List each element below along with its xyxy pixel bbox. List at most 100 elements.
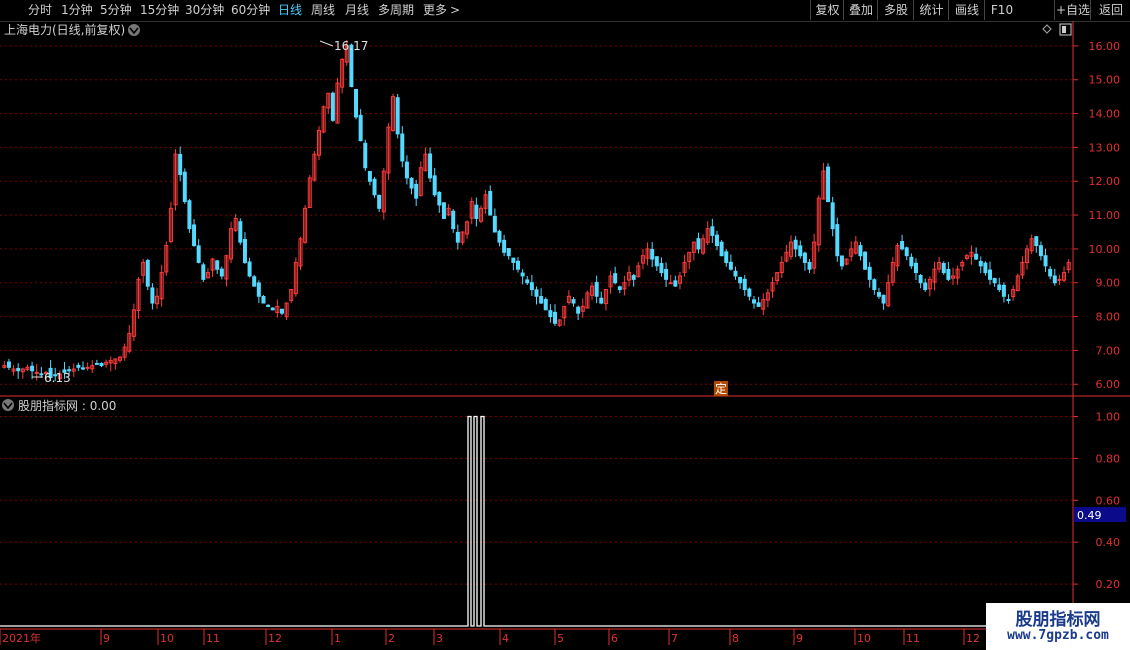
main-ytick-label-10: 6.00 <box>1096 378 1121 391</box>
candle-body <box>451 210 456 230</box>
candle-body <box>358 114 363 142</box>
candle-body <box>909 256 914 267</box>
main-ytick-label-4: 12.00 <box>1089 175 1121 188</box>
candle-body <box>414 183 419 199</box>
watermark-url: www.7gpzb.com <box>1007 628 1109 643</box>
candle-body <box>807 261 812 270</box>
candle-body <box>30 365 35 372</box>
candle-body <box>497 230 502 243</box>
toolbar-button-7[interactable]: 返回 <box>1090 0 1130 20</box>
main-title-dropdown-icon[interactable] <box>128 24 140 36</box>
candle-body <box>900 241 905 250</box>
candle-body <box>543 299 548 311</box>
candle-body <box>876 292 881 297</box>
candle-body <box>992 278 997 284</box>
indicator-dropdown-icon[interactable] <box>2 399 14 411</box>
candle-body <box>983 262 988 274</box>
candle-body <box>1057 278 1062 281</box>
candle-body <box>511 257 516 263</box>
main-ytick-label-3: 13.00 <box>1089 141 1121 154</box>
toolbar-button-5[interactable]: F10 <box>984 0 1019 20</box>
candle-body <box>6 361 11 368</box>
ind-ytick-label-0: 1.00 <box>1096 410 1121 423</box>
main-price-axis: 16.00 15.00 14.00 13.00 12.00 11.00 10.00 9.00 8… <box>0 21 1130 629</box>
candle-body <box>728 261 733 270</box>
candle-body <box>946 268 951 280</box>
candle-body <box>529 282 534 291</box>
candle-body <box>988 269 993 280</box>
more-chevron-icon[interactable]: > <box>450 2 460 18</box>
candle-body <box>724 251 729 263</box>
low-price-label: 6.13 <box>44 371 71 385</box>
period-tab-0[interactable]: 分时 <box>28 2 52 18</box>
period-tab-3[interactable]: 15分钟 <box>140 2 179 18</box>
candle-body <box>881 294 886 304</box>
toolbar-button-1[interactable]: 叠加 <box>843 0 878 20</box>
candle-body <box>738 276 743 284</box>
candle-body <box>631 275 636 280</box>
month-label-1: 9 <box>103 632 110 645</box>
period-toolbar: 分时 1分钟 5分钟 15分钟 30分钟 60分钟 日线 周线 月线 多周期 更多 > 复权 叠加 多股 统计… <box>0 0 1130 22</box>
period-tab-1[interactable]: 1分钟 <box>61 2 93 18</box>
marker-badge[interactable]: 定 <box>714 381 728 396</box>
candle-body <box>99 362 104 367</box>
candle-body <box>696 238 701 250</box>
candle-body <box>330 92 335 121</box>
month-label-13: 9 <box>796 632 803 645</box>
candle-body <box>613 273 618 284</box>
diamond-icon[interactable] <box>1042 24 1052 34</box>
candle-body <box>872 279 877 291</box>
candle-body <box>1052 275 1057 284</box>
marker-label: 定 <box>715 381 727 396</box>
month-label-11: 7 <box>671 632 678 645</box>
toolbar-button-2[interactable]: 多股 <box>877 0 914 20</box>
candle-body <box>594 281 599 297</box>
main-ytick-label-6: 10.00 <box>1089 243 1121 256</box>
candle-body <box>1006 299 1011 302</box>
candle-body <box>441 202 446 219</box>
main-ytick-label-8: 8.00 <box>1096 311 1121 324</box>
period-tab-4[interactable]: 30分钟 <box>185 2 224 18</box>
period-tab-2[interactable]: 5分钟 <box>100 2 132 18</box>
indicator-separator: : <box>78 399 90 413</box>
candle-body <box>219 268 224 277</box>
period-tab-5[interactable]: 60分钟 <box>231 2 270 18</box>
candle-body <box>363 142 368 169</box>
candle-body <box>802 252 807 263</box>
candle-body <box>1001 284 1006 297</box>
candle-body <box>16 368 21 372</box>
candle-body <box>858 245 863 257</box>
high-arrow <box>319 40 334 47</box>
candle-body <box>1038 245 1043 257</box>
candle-body <box>201 264 206 280</box>
month-label-2: 10 <box>160 632 174 645</box>
candle-body <box>187 200 192 230</box>
candle-body <box>182 171 187 203</box>
candle-body <box>1034 236 1039 247</box>
candle-body <box>710 226 715 236</box>
toolbar-button-6[interactable]: +自选 <box>1054 0 1091 20</box>
period-tab-6[interactable]: 日线 <box>278 2 302 18</box>
main-ytick-label-9: 7.00 <box>1096 344 1121 357</box>
candle-body <box>1043 255 1048 267</box>
candle-body <box>474 204 479 219</box>
indicator-value: 0.00 <box>90 399 117 413</box>
candle-body <box>238 221 243 243</box>
toolbar-button-3[interactable]: 统计 <box>913 0 949 20</box>
candle-body <box>664 268 669 280</box>
candle-body <box>76 364 81 368</box>
candle-body <box>520 272 525 277</box>
toolbar-button-4[interactable]: 画线 <box>948 0 985 20</box>
period-tab-9[interactable]: 多周期 <box>378 2 414 18</box>
period-tab-7[interactable]: 周线 <box>311 2 335 18</box>
panel-toggle-icon[interactable] <box>1059 23 1072 36</box>
chart-area: 16.0015.0014.0013.0012.0011.0010.009.008… <box>0 21 1130 645</box>
toolbar-button-0[interactable]: 复权 <box>810 0 844 20</box>
period-tab-8[interactable]: 月线 <box>345 2 369 18</box>
indicator-axis: 1.00 0.80 0.60 0.40 0.20 <box>1073 410 1120 591</box>
month-label-8: 4 <box>502 632 509 645</box>
period-tab-10[interactable]: 更多 <box>423 2 447 18</box>
ind-ytick-label-4: 0.20 <box>1096 578 1121 591</box>
month-label-9: 5 <box>557 632 564 645</box>
candle-body <box>839 255 844 267</box>
